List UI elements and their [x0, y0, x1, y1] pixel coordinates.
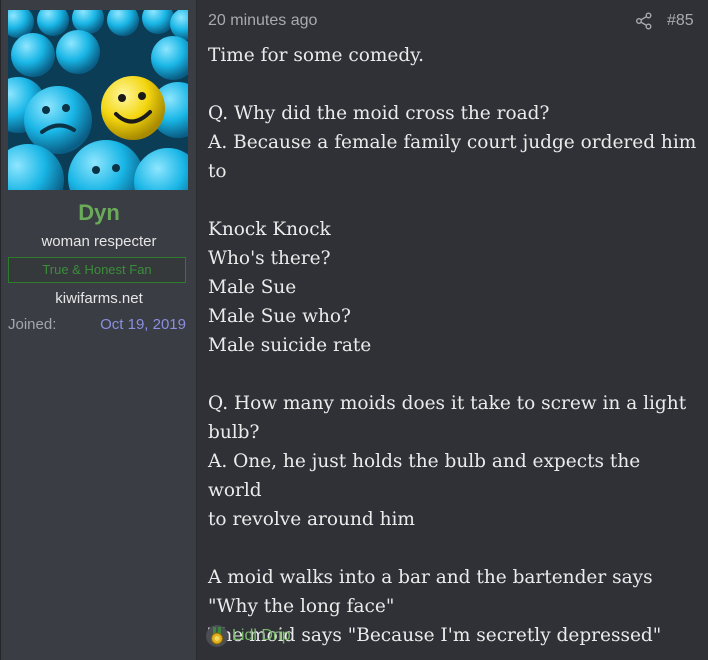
avatar-image: [8, 10, 188, 190]
post-line: [208, 360, 698, 389]
reaction-label[interactable]: Lidl Drip: [232, 627, 291, 645]
user-title: woman respecter: [41, 233, 157, 250]
user-sidebar: Dyn woman respecter True & Honest Fan ki…: [1, 0, 197, 660]
post-line: "Why the long face": [208, 596, 395, 617]
post-line: Male Sue who?: [208, 306, 351, 327]
post-line: Time for some comedy.: [208, 45, 425, 66]
share-icon[interactable]: [635, 12, 653, 30]
user-banner: True & Honest Fan: [8, 257, 186, 283]
joined-label: Joined:: [8, 316, 57, 333]
medal-icon: [206, 625, 228, 647]
reaction-bar[interactable]: Lidl Drip: [206, 625, 291, 647]
post-number[interactable]: #85: [667, 12, 694, 30]
post-line: A. Because a female family court judge o…: [208, 132, 697, 153]
post-line: [208, 70, 698, 99]
post-line: to: [208, 161, 227, 182]
post-container: Dyn woman respecter True & Honest Fan ki…: [0, 0, 708, 660]
username[interactable]: Dyn: [1, 200, 197, 226]
post-line: Who's there?: [208, 248, 331, 269]
post-line: Male Sue: [208, 277, 297, 298]
post-line: to revolve around him: [208, 509, 415, 530]
post-line: [208, 534, 698, 563]
post-line: A. One, he just holds the bulb and expec…: [208, 451, 641, 501]
user-site: kiwifarms.net: [55, 290, 143, 307]
post-line: Male suicide rate: [208, 335, 372, 356]
post-line: Q. How many moids does it take to screw …: [208, 393, 687, 414]
post-content: 20 minutes ago #85 Time for some comedy.…: [197, 0, 708, 660]
joined-date: Oct 19, 2019: [100, 316, 186, 333]
post-line: bulb?: [208, 422, 260, 443]
avatar[interactable]: [8, 10, 188, 190]
post-line: A moid walks into a bar and the bartende…: [208, 567, 653, 588]
post-line: [208, 186, 698, 215]
post-body: Time for some comedy. Q. Why did the moi…: [208, 41, 698, 650]
post-line: Knock Knock: [208, 219, 331, 240]
post-timestamp[interactable]: 20 minutes ago: [208, 12, 317, 30]
post-line: Q. Why did the moid cross the road?: [208, 103, 550, 124]
